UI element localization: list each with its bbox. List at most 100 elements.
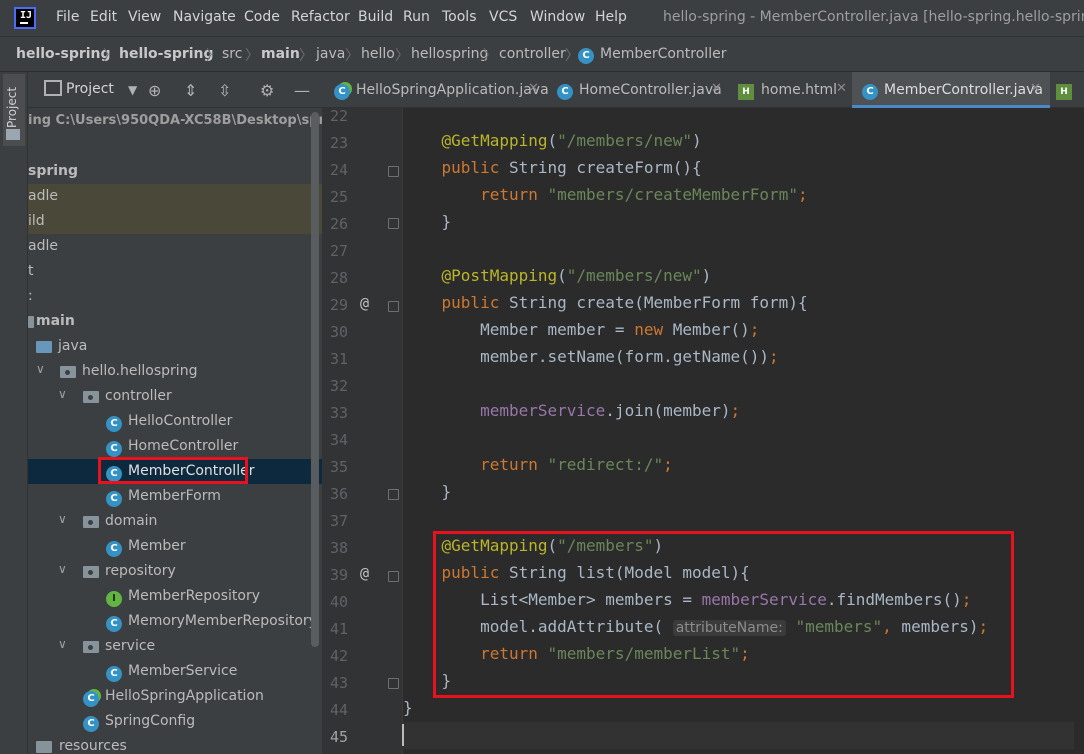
breadcrumb-project[interactable]: hello-spring [16, 46, 111, 62]
chevron-down-icon[interactable]: ∨ [58, 562, 67, 576]
gear-icon[interactable]: ⚙ [260, 81, 274, 100]
menu-file[interactable]: File [56, 9, 79, 25]
override-marker-icon[interactable]: @ [360, 564, 369, 582]
chevron-down-icon[interactable]: ∨ [36, 362, 45, 376]
code-line[interactable]: } [403, 482, 452, 501]
chevron-right-icon: 〉 [103, 48, 117, 64]
tab-home-html[interactable]: H home.html ✕ [732, 72, 852, 108]
menu-build[interactable]: Build [358, 9, 393, 25]
menu-refactor[interactable]: Refactor [291, 9, 350, 25]
tree-row-memberrepository[interactable]: I MemberRepository [28, 584, 322, 609]
tree-row-project-root[interactable]: ing C:\Users\950QDA-XC58B\Desktop\spri [28, 109, 322, 134]
tree-row-src[interactable]: : [28, 284, 322, 309]
code-line[interactable]: memberService.join(member); [403, 401, 740, 420]
locate-file-icon[interactable]: ⊕ [148, 81, 161, 100]
tab-hellospringapplication[interactable]: C HelloSpringApplication.java ✕ [322, 72, 549, 108]
tree-row-build[interactable]: ild [28, 209, 322, 234]
tab-homecontroller[interactable]: C HomeController.java ✕ [547, 72, 732, 108]
tree-row-out[interactable]: t [28, 259, 322, 284]
menu-run[interactable]: Run [403, 9, 430, 25]
folder-icon [28, 316, 34, 328]
tree-row-hellospringapplication[interactable]: C HelloSpringApplication [28, 684, 322, 709]
hide-panel-icon[interactable]: — [294, 81, 310, 100]
menu-window[interactable]: Window [530, 9, 585, 25]
menu-vcs[interactable]: VCS [489, 9, 517, 25]
fold-marker-icon[interactable] [388, 301, 399, 312]
code-line[interactable]: public String create(MemberForm form){ [403, 293, 808, 312]
breadcrumb-hello[interactable]: hello [361, 46, 395, 62]
menu-help[interactable]: Help [595, 9, 627, 25]
breadcrumb-main[interactable]: main [261, 46, 300, 62]
fold-marker-icon[interactable] [388, 218, 399, 229]
project-scrollbar[interactable] [311, 112, 319, 647]
collapse-all-icon[interactable]: ⇳ [218, 81, 231, 100]
menu-view[interactable]: View [128, 9, 161, 25]
tab-membercontroller[interactable]: C MemberController.java ✕ [852, 72, 1050, 108]
project-tool-label[interactable]: Project [5, 87, 19, 128]
tree-row-gradle[interactable]: adle [28, 234, 322, 259]
class-icon: C [83, 714, 99, 732]
tree-row-package-hellospring[interactable]: ∨ hello.hellospring [28, 359, 322, 384]
tree-row-memberform[interactable]: C MemberForm [28, 484, 322, 509]
tree-label: spring [28, 163, 79, 179]
expand-all-icon[interactable]: ⇕ [184, 81, 197, 100]
dropdown-arrow-icon[interactable]: ▼ [128, 83, 137, 97]
chevron-down-icon[interactable]: ∨ [58, 637, 67, 651]
menu-bar: IJ File Edit View Navigate Code Refactor… [0, 0, 1084, 36]
tree-row-repository[interactable]: ∨ repository [28, 559, 322, 584]
breadcrumb-class-icon: C [578, 46, 594, 64]
text-caret [402, 724, 404, 746]
tree-row-java[interactable]: java [28, 334, 322, 359]
close-icon[interactable]: ✕ [836, 81, 847, 96]
chevron-down-icon[interactable]: ∨ [58, 512, 67, 526]
tree-row-spring[interactable]: spring [28, 159, 322, 184]
code-line[interactable]: @GetMapping("/members/new") [403, 131, 702, 150]
breadcrumb-hellospring[interactable]: hellospring [411, 46, 488, 62]
tab-overflow[interactable]: H [1050, 72, 1084, 108]
fold-marker-icon[interactable] [388, 166, 399, 177]
code-line[interactable]: } [403, 212, 452, 231]
tree-row-memorymemberrepository[interactable]: C MemoryMemberRepository [28, 609, 322, 634]
tree-label: adle [28, 188, 58, 204]
tab-label: HomeController.java [579, 82, 722, 98]
fold-marker-icon[interactable] [388, 678, 399, 689]
code-line[interactable]: return "redirect:/"; [403, 455, 673, 474]
tree-row-gradle-dir[interactable]: adle [28, 184, 322, 209]
tree-row-controller[interactable]: ∨ controller [28, 384, 322, 409]
tree-row-resources[interactable]: resources [28, 734, 322, 754]
editor-scrollbar[interactable] [1074, 108, 1084, 754]
code-line[interactable]: public String createForm(){ [403, 158, 702, 177]
breadcrumb-controller[interactable]: controller [499, 46, 566, 62]
tree-row-main[interactable]: main [28, 309, 322, 334]
code-line[interactable]: @PostMapping("/members/new") [403, 266, 712, 285]
close-icon[interactable]: ✕ [711, 81, 722, 96]
breadcrumb-membercontroller[interactable]: MemberController [600, 46, 726, 62]
menu-code[interactable]: Code [244, 9, 280, 25]
tree-row-service[interactable]: ∨ service [28, 634, 322, 659]
override-marker-icon[interactable]: @ [360, 294, 369, 312]
breadcrumb-src[interactable]: src [222, 46, 242, 62]
chevron-right-icon: 〉 [565, 48, 579, 64]
menu-tools[interactable]: Tools [442, 9, 477, 25]
project-view-title[interactable]: Project [66, 81, 114, 97]
fold-marker-icon[interactable] [388, 489, 399, 500]
code-line[interactable]: member.setName(form.getName()); [403, 347, 779, 366]
tree-row-homecontroller[interactable]: C HomeController [28, 434, 322, 459]
breadcrumb-java[interactable]: java [316, 46, 345, 62]
code-line[interactable]: return "members/createMemberForm"; [403, 185, 808, 204]
menu-navigate[interactable]: Navigate [173, 9, 236, 25]
menu-edit[interactable]: Edit [90, 9, 117, 25]
breadcrumb-module[interactable]: hello-spring [119, 46, 214, 62]
tree-row-hellocontroller[interactable]: C HelloController [28, 409, 322, 434]
class-icon: C [106, 439, 122, 457]
tree-row-springconfig[interactable]: C SpringConfig [28, 709, 322, 734]
chevron-down-icon[interactable]: ∨ [58, 387, 67, 401]
tree-row-member[interactable]: C Member [28, 534, 322, 559]
code-line[interactable]: Member member = new Member(); [403, 320, 759, 339]
close-icon[interactable]: ✕ [1030, 81, 1041, 96]
code-line[interactable]: } [403, 698, 413, 717]
close-icon[interactable]: ✕ [528, 81, 539, 96]
tree-row-memberservice[interactable]: C MemberService [28, 659, 322, 684]
tree-row-domain[interactable]: ∨ domain [28, 509, 322, 534]
fold-marker-icon[interactable] [388, 571, 399, 582]
